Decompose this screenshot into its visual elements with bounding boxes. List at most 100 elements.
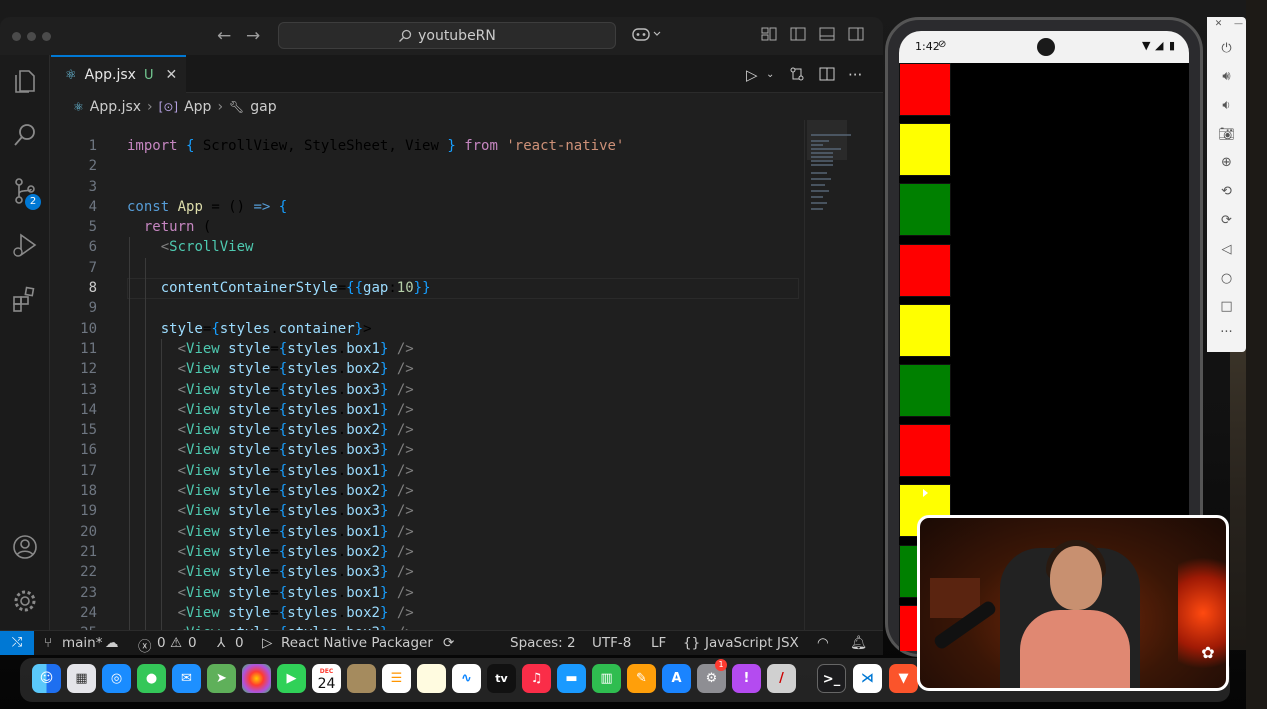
back-icon[interactable]: ◁: [1207, 242, 1246, 257]
code-line[interactable]: 21 <View style={styles.box2} />: [51, 542, 801, 562]
more-options-icon[interactable]: ···: [1207, 325, 1246, 340]
messages-icon[interactable]: ●: [137, 664, 166, 693]
code-line[interactable]: 18 <View style={styles.box2} />: [51, 481, 801, 501]
extensions-icon[interactable]: [11, 285, 39, 313]
launchpad-icon[interactable]: ▦: [67, 664, 96, 693]
code-line[interactable]: 8 contentContainerStyle={{gap:10}}: [51, 278, 801, 298]
ports-icon[interactable]: ⅄: [217, 635, 225, 651]
explorer-icon[interactable]: [11, 67, 39, 95]
volume-up-icon[interactable]: 🔊︎: [1207, 69, 1246, 84]
copilot-icon[interactable]: [632, 26, 662, 46]
safari-icon[interactable]: ◎: [102, 664, 131, 693]
code-line[interactable]: 19 <View style={styles.box3} />: [51, 501, 801, 521]
close-tab-icon[interactable]: ✕: [165, 67, 177, 83]
keynote-icon[interactable]: ▬: [557, 664, 586, 693]
search-view-icon[interactable]: [11, 121, 39, 149]
code-line[interactable]: 1 import { ScrollView, StyleSheet, View }…: [51, 136, 801, 156]
forward-arrow-icon[interactable]: →: [246, 26, 260, 46]
code-line[interactable]: 6 <ScrollView: [51, 237, 801, 257]
vscode-icon[interactable]: ⋊: [853, 664, 882, 693]
code-line[interactable]: 3: [51, 177, 801, 197]
code-line[interactable]: 10 style={styles.container}>: [51, 319, 801, 339]
branch-name[interactable]: main*: [62, 635, 102, 651]
code-line[interactable]: 4 const App = () => {: [51, 197, 801, 217]
power-icon[interactable]: ⏻: [1207, 41, 1246, 56]
code-line[interactable]: 14 <View style={styles.box1} />: [51, 400, 801, 420]
zoom-icon[interactable]: ⊕: [1207, 155, 1246, 170]
toggle-primary-sidebar-icon[interactable]: [790, 26, 806, 46]
toggle-secondary-sidebar-icon[interactable]: [848, 26, 864, 46]
remote-indicator-icon[interactable]: ⤭: [0, 631, 34, 655]
code-line[interactable]: 22 <View style={styles.box3} />: [51, 562, 801, 582]
code-line[interactable]: 23 <View style={styles.box1} />: [51, 583, 801, 603]
freeform-icon[interactable]: ∿: [452, 664, 481, 693]
code-line[interactable]: 24 <View style={styles.box2} />: [51, 603, 801, 623]
music-icon[interactable]: ♫: [522, 664, 551, 693]
minimize-window-button[interactable]: [27, 32, 36, 41]
code-line[interactable]: 9: [51, 298, 801, 318]
back-arrow-icon[interactable]: ←: [217, 26, 231, 46]
code-line[interactable]: 11 <View style={styles.box1} />: [51, 339, 801, 359]
split-editor-icon[interactable]: [819, 66, 835, 86]
run-debug-icon[interactable]: [11, 231, 39, 259]
code-editor[interactable]: 1 import { ScrollView, StyleSheet, View }…: [51, 136, 801, 641]
language-mode[interactable]: JavaScript JSX: [705, 635, 799, 651]
reminders-icon[interactable]: ☰: [382, 664, 411, 693]
run-icon[interactable]: ▷: [746, 66, 758, 84]
photos-icon[interactable]: [242, 664, 271, 693]
brave-icon[interactable]: ▼: [889, 664, 918, 693]
breadcrumb-component[interactable]: App: [184, 99, 211, 115]
compare-changes-icon[interactable]: [789, 66, 805, 86]
close-window-button[interactable]: [12, 32, 21, 41]
eol-setting[interactable]: LF: [651, 635, 666, 651]
refresh-icon[interactable]: ⟳: [443, 635, 454, 651]
code-line[interactable]: 7: [51, 258, 801, 278]
tab-app-jsx[interactable]: ⚛ App.jsx U ✕: [51, 55, 186, 93]
finder-icon[interactable]: ☺: [32, 664, 61, 693]
run-task-icon[interactable]: ▷: [262, 635, 272, 651]
code-line[interactable]: 20 <View style={styles.box1} />: [51, 522, 801, 542]
code-line[interactable]: 12 <View style={styles.box2} />: [51, 359, 801, 379]
sync-cloud-icon[interactable]: ☁: [105, 635, 119, 651]
accounts-icon[interactable]: [11, 533, 39, 561]
gear-icon[interactable]: [11, 587, 39, 615]
contacts-icon[interactable]: [347, 664, 376, 693]
home-icon[interactable]: ○: [1207, 271, 1246, 286]
error-icon[interactable]: ⓧ: [138, 635, 152, 655]
minimap[interactable]: [804, 120, 868, 630]
appstore-icon[interactable]: A: [662, 664, 691, 693]
rotate-right-icon[interactable]: ⟳: [1207, 213, 1246, 228]
feedback-icon[interactable]: !: [732, 664, 761, 693]
code-line[interactable]: 15 <View style={styles.box2} />: [51, 420, 801, 440]
code-line[interactable]: 16 <View style={styles.box3} />: [51, 440, 801, 460]
pages-icon[interactable]: ✎: [627, 664, 656, 693]
xcode-icon[interactable]: /: [767, 664, 796, 693]
facetime-icon[interactable]: ▶: [277, 664, 306, 693]
customize-layout-icon[interactable]: [761, 26, 777, 46]
overview-icon[interactable]: □: [1207, 299, 1246, 314]
numbers-icon[interactable]: ▥: [592, 664, 621, 693]
toggle-panel-icon[interactable]: [819, 26, 835, 46]
code-line[interactable]: 2: [51, 156, 801, 176]
run-dropdown-chevron-icon[interactable]: ⌄: [766, 69, 774, 80]
task-label[interactable]: React Native Packager: [281, 635, 433, 651]
code-line[interactable]: 13 <View style={styles.box3} />: [51, 380, 801, 400]
code-line[interactable]: 17 <View style={styles.box1} />: [51, 461, 801, 481]
code-line[interactable]: 5 return (: [51, 217, 801, 237]
breadcrumb-symbol[interactable]: gap: [250, 99, 276, 115]
camera-screenshot-icon[interactable]: 📷︎: [1207, 127, 1246, 142]
encoding-setting[interactable]: UTF-8: [592, 635, 631, 651]
notifications-bell-icon[interactable]: 🔔︎: [850, 635, 867, 651]
calendar-icon[interactable]: DEC 24: [312, 664, 341, 693]
more-actions-icon[interactable]: ···: [848, 66, 862, 84]
indentation-setting[interactable]: Spaces: 2: [510, 635, 576, 651]
zoom-window-button[interactable]: [42, 32, 51, 41]
terminal-icon[interactable]: >_: [817, 664, 846, 693]
notes-icon[interactable]: [417, 664, 446, 693]
volume-down-icon[interactable]: 🔉︎: [1207, 98, 1246, 113]
appletv-icon[interactable]: tv: [487, 664, 516, 693]
maps-icon[interactable]: ➤: [207, 664, 236, 693]
breadcrumb-file[interactable]: App.jsx: [90, 99, 141, 115]
mail-icon[interactable]: ✉: [172, 664, 201, 693]
rotate-left-icon[interactable]: ⟲: [1207, 184, 1246, 199]
